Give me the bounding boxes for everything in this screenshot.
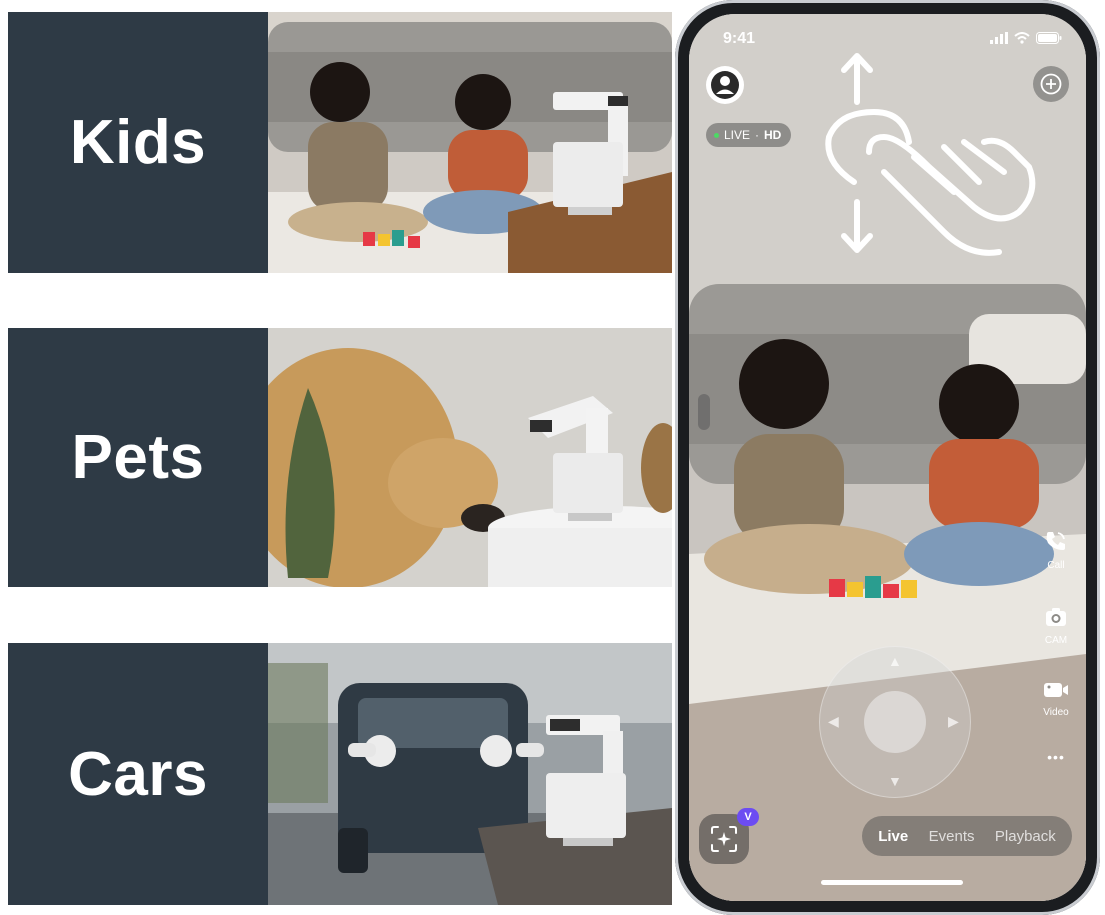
camera-icon: [1046, 608, 1066, 626]
profile-avatar-button[interactable]: [706, 66, 744, 104]
category-panel-kids: Kids: [8, 12, 672, 273]
status-time: 9:41: [723, 30, 756, 47]
chevron-right-icon: ▶: [948, 713, 959, 729]
sparkle-frame-icon: [711, 826, 737, 852]
side-panel-handle[interactable]: [698, 394, 710, 430]
call-action[interactable]: Call: [1036, 529, 1076, 571]
category-label-block: Cars: [8, 643, 268, 905]
category-label-pets: Pets: [71, 423, 205, 492]
live-indicator-dot: [714, 132, 719, 138]
quality-label: HD: [764, 128, 782, 142]
cars-photo: [268, 643, 672, 905]
more-options-button[interactable]: •••: [1036, 749, 1076, 767]
more-icon: •••: [1047, 749, 1065, 765]
camera-live-view: 9:41 LIVE · HD Call CAM Video ••• ▲ ▼ ◀ …: [689, 14, 1086, 901]
tab-live[interactable]: Live: [878, 828, 908, 845]
user-icon: [711, 71, 739, 99]
call-label: Call: [1047, 560, 1065, 571]
home-indicator: [821, 880, 963, 885]
category-label-block: Pets: [8, 328, 268, 587]
swipe-gesture-icon: [825, 53, 1036, 256]
category-panel-pets: Pets: [8, 328, 672, 587]
category-label-kids: Kids: [69, 108, 207, 177]
record-video-action[interactable]: Video: [1036, 680, 1076, 718]
category-label-cars: Cars: [68, 739, 208, 809]
snapshot-action[interactable]: CAM: [1036, 606, 1076, 646]
phone-call-icon: [1046, 532, 1065, 550]
pets-photo: [268, 328, 672, 587]
live-status-badge: LIVE · HD: [706, 123, 792, 147]
cam-label: CAM: [1044, 635, 1068, 646]
kids-photo: [268, 12, 672, 273]
tab-playback[interactable]: Playback: [995, 828, 1056, 845]
category-label-block: Kids: [8, 12, 268, 273]
joystick-knob[interactable]: [864, 691, 926, 753]
ai-assistant-button[interactable]: V: [699, 808, 759, 864]
live-label: LIVE: [724, 128, 751, 142]
video-label: Video: [1043, 707, 1069, 718]
pan-tilt-joystick[interactable]: ▲ ▼ ◀ ▶: [819, 646, 971, 798]
tab-events[interactable]: Events: [929, 828, 975, 845]
category-panel-cars: Cars: [8, 643, 672, 905]
phone-mockup: 9:41 LIVE · HD Call CAM Video ••• ▲ ▼ ◀ …: [675, 0, 1105, 915]
live-separator: ·: [755, 128, 760, 142]
chevron-up-icon: ▲: [888, 653, 902, 669]
view-tab-bar: Live Events Playback: [862, 816, 1072, 856]
chevron-down-icon: ▼: [888, 773, 902, 789]
video-icon: [1044, 683, 1068, 697]
ai-badge: V: [737, 808, 759, 826]
chevron-left-icon: ◀: [828, 713, 839, 729]
